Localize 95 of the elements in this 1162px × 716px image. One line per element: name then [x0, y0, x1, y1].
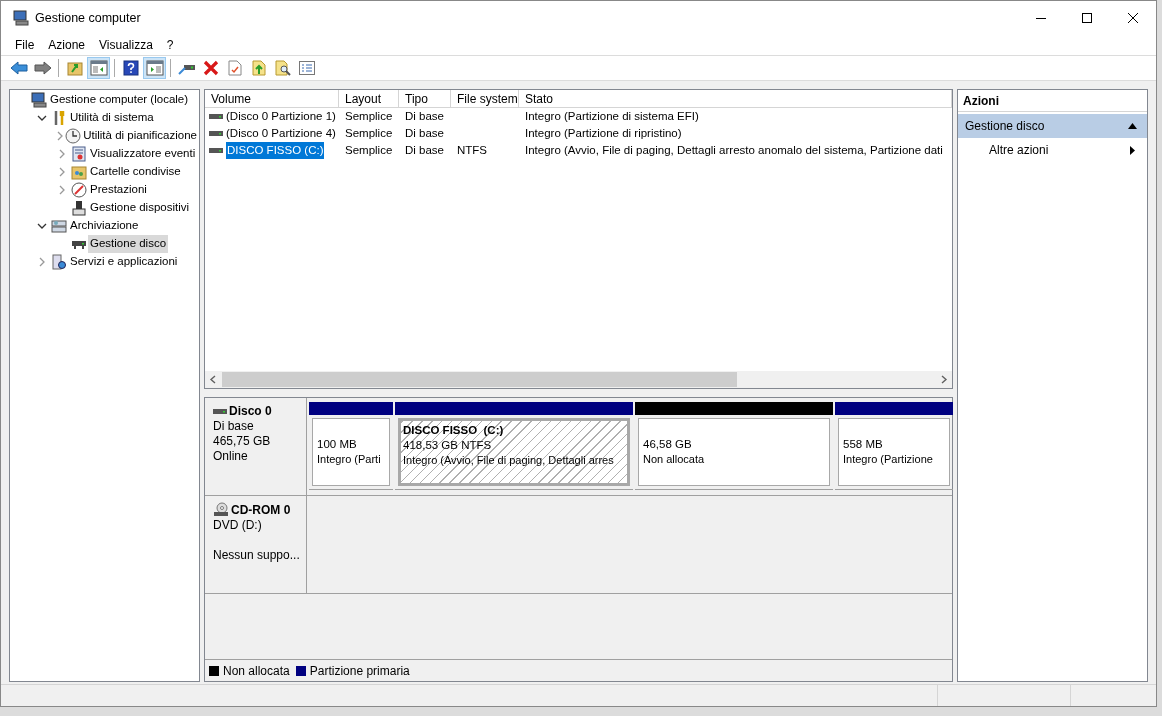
disk-status: Online	[213, 449, 249, 464]
tree-item[interactable]: Gestione disco	[88, 235, 169, 253]
pane-icon	[89, 60, 108, 76]
maximize-icon	[1082, 13, 1092, 23]
table-cell-text: (Disco 0 Partizione 1)	[226, 108, 336, 124]
tree-item[interactable]: Prestazioni	[88, 181, 149, 199]
actions-title: Azioni	[958, 90, 1147, 112]
chevron-right-icon[interactable]	[57, 185, 67, 195]
window-title: Gestione computer	[35, 9, 141, 27]
tree-item[interactable]: Visualizzatore eventi	[88, 145, 198, 163]
collapse-triangle-icon	[1128, 123, 1137, 129]
table-cell-text: Integro (Partizione di ripristino)	[525, 125, 682, 141]
partition-status: Non allocata	[643, 452, 706, 467]
disk-name: CD-ROM 0	[231, 502, 291, 518]
pane-icon	[145, 60, 164, 76]
horizontal-scrollbar[interactable]	[205, 371, 952, 388]
close-icon	[1128, 13, 1138, 23]
menu-item[interactable]: Azione	[41, 36, 93, 54]
disk-status: Nessun suppo...	[213, 548, 301, 563]
disk-size: 465,75 GB	[213, 434, 272, 449]
tree-item[interactable]: Servizi e applicazioni	[68, 253, 180, 271]
document-check-icon	[227, 60, 242, 76]
table-cell-text: Semplice	[345, 108, 393, 124]
table-cell-text: Integro (Avvio, File di paging, Dettagli arresto anomalo del sistema, Partizione dati	[525, 142, 943, 158]
drive-icon	[71, 238, 87, 250]
forward-arrow-icon	[33, 61, 52, 75]
gauge-icon	[71, 182, 87, 198]
disk-type: Di base	[213, 419, 255, 434]
drive-icon	[213, 407, 227, 416]
tree-item[interactable]: Cartelle condivise	[88, 163, 183, 181]
chevron-right-icon[interactable]	[37, 257, 47, 267]
partition-size: 558 MB	[843, 437, 884, 452]
chevron-down-icon[interactable]	[37, 113, 47, 123]
table-cell-text: (Disco 0 Partizione 4)	[226, 125, 336, 141]
folder-icon	[66, 60, 83, 76]
table-cell-text: NTFS	[457, 142, 488, 158]
event-log-icon	[71, 146, 87, 162]
table-cell-text: Semplice	[345, 142, 393, 158]
chevron-right-icon[interactable]	[57, 149, 67, 159]
drive-icon	[209, 146, 223, 155]
find-icon	[274, 60, 291, 76]
action-item[interactable]: Altre azioni	[958, 138, 1147, 162]
scrollbar-thumb[interactable]	[222, 372, 737, 387]
table-cell-text: Di base	[405, 108, 444, 124]
cd-drive-icon	[213, 502, 229, 518]
menu-item[interactable]: File	[8, 36, 42, 54]
column-header[interactable]: File system	[451, 90, 519, 107]
computer-icon	[13, 10, 29, 26]
back-arrow-icon	[9, 61, 28, 75]
drive-icon	[209, 112, 223, 121]
export-icon	[251, 60, 266, 76]
tree-item[interactable]: Utilità di sistema	[68, 109, 156, 127]
tree-item[interactable]: Archiviazione	[68, 217, 141, 235]
list-icon	[298, 61, 315, 75]
minimize-icon	[1036, 17, 1046, 19]
storage-icon	[51, 218, 67, 234]
partition-status: Integro (Avvio, File di paging, Dettagli arres	[403, 453, 615, 468]
partition-title: DISCO FISSO (C:)	[403, 423, 505, 438]
partition-status: Integro (Partizione	[843, 452, 934, 467]
table-cell: DISCO FISSO (C:)	[226, 141, 325, 160]
partition-status: Integro (Parti	[317, 452, 382, 467]
disk-name: Disco 0	[229, 404, 272, 419]
submenu-arrow-icon	[1130, 145, 1135, 155]
chevron-down-icon[interactable]	[37, 221, 47, 231]
column-header[interactable]: Layout	[339, 90, 399, 107]
tree-item[interactable]: Utilità di pianificazione	[81, 127, 199, 145]
column-header[interactable]: Stato	[519, 90, 952, 107]
partition-size: 100 MB	[317, 437, 358, 452]
table-cell-text: Semplice	[345, 125, 393, 141]
legend-label: Non allocata	[223, 662, 290, 680]
tree-item[interactable]: Gestione dispositivi	[88, 199, 192, 217]
table-cell-text: Di base	[405, 125, 444, 141]
column-header[interactable]: Volume	[205, 90, 339, 107]
device-icon	[71, 200, 87, 216]
legend-label: Partizione primaria	[309, 662, 410, 680]
delete-icon	[202, 60, 219, 76]
shared-folder-icon	[71, 164, 87, 180]
toolbar-button[interactable]	[87, 57, 110, 79]
computer-icon	[31, 92, 47, 108]
tree-item[interactable]: Gestione computer (locale)	[48, 91, 191, 109]
table-cell-text: Integro (Partizione di sistema EFI)	[525, 108, 699, 124]
partition-size: 46,58 GB	[643, 437, 693, 452]
drive-icon	[209, 129, 223, 138]
toolbar-button[interactable]	[143, 57, 166, 79]
partition-size: 418,53 GB NTFS	[403, 438, 493, 453]
menu-item[interactable]: Visualizza	[92, 36, 160, 54]
menu-item[interactable]: ?	[159, 36, 181, 54]
action-section-header[interactable]: Gestione disco	[958, 114, 1147, 138]
services-icon	[51, 254, 67, 270]
help-icon	[122, 60, 139, 76]
clock-icon	[65, 128, 82, 144]
column-header[interactable]: Tipo	[399, 90, 451, 107]
table-cell-text: Di base	[405, 142, 444, 158]
disk-type: DVD (D:)	[213, 518, 263, 533]
chevron-right-icon[interactable]	[57, 167, 67, 177]
